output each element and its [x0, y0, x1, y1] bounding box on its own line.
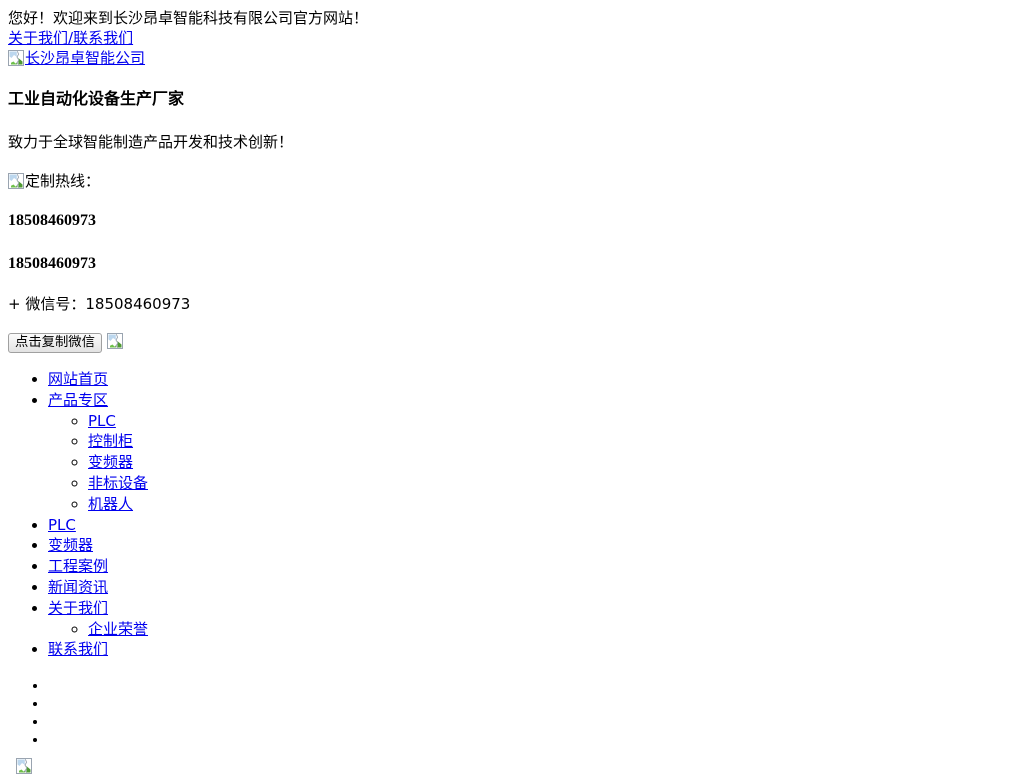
- nav-subitem-inverter[interactable]: 变频器: [88, 452, 1016, 473]
- nav-link-cases[interactable]: 工程案例: [48, 557, 108, 575]
- nav-item-cases[interactable]: 工程案例: [48, 556, 1016, 577]
- nav-link-plc[interactable]: PLC: [48, 516, 76, 534]
- welcome-message: 您好！欢迎来到长沙昂卓智能科技有限公司官方网站！: [8, 9, 369, 27]
- hotline-phone-primary: 18508460973: [8, 212, 96, 229]
- nav-item-news[interactable]: 新闻资讯: [48, 577, 1016, 598]
- nav-subitem-honors[interactable]: 企业荣誉: [88, 619, 1016, 640]
- hero-heading: 工业自动化设备生产厂家: [8, 89, 185, 108]
- list-item[interactable]: [48, 695, 1016, 713]
- bottom-image-row: [8, 758, 1016, 776]
- wechat-plus-sign: +: [8, 295, 21, 313]
- hotline-label: 定制热线：: [25, 172, 101, 190]
- site-logo-alt-text: 长沙昂卓智能公司: [25, 49, 146, 67]
- main-navigation: 网站首页 产品专区 PLC 控制柜 变频器 非标设备 机器人 PLC 变频器 工…: [8, 369, 1016, 660]
- hotline-row: 定制热线：: [8, 171, 1016, 191]
- link-contact-us[interactable]: 联系我们: [73, 29, 133, 47]
- topbar-links: 关于我们/联系我们: [8, 28, 1016, 48]
- nav-link-about[interactable]: 关于我们: [48, 599, 108, 617]
- wechat-qr-broken-image-icon: [106, 333, 123, 349]
- nav-item-home[interactable]: 网站首页: [48, 369, 1016, 390]
- nav-link-inverter[interactable]: 变频器: [48, 536, 93, 554]
- nav-link-contact[interactable]: 联系我们: [48, 640, 108, 658]
- wechat-id-label: 微信号：18508460973: [25, 295, 191, 313]
- nav-submenu-products: PLC 控制柜 变频器 非标设备 机器人: [48, 411, 1016, 515]
- nav-link-products[interactable]: 产品专区: [48, 391, 108, 409]
- nav-submenu-about: 企业荣誉: [48, 619, 1016, 640]
- nav-sublink-control-cabinet[interactable]: 控制柜: [88, 432, 133, 450]
- nav-item-plc[interactable]: PLC: [48, 515, 1016, 536]
- nav-sublink-honors[interactable]: 企业荣誉: [88, 620, 148, 638]
- list-item[interactable]: [48, 731, 1016, 749]
- nav-item-inverter[interactable]: 变频器: [48, 535, 1016, 556]
- nav-link-home[interactable]: 网站首页: [48, 370, 108, 388]
- nav-link-news[interactable]: 新闻资讯: [48, 578, 108, 596]
- list-item[interactable]: [48, 677, 1016, 695]
- nav-sublink-plc[interactable]: PLC: [88, 412, 116, 430]
- hotline-phone-secondary: 18508460973: [8, 255, 96, 272]
- slider-bullet-list: [8, 677, 1016, 749]
- nav-sublink-non-standard-equipment[interactable]: 非标设备: [88, 474, 148, 492]
- nav-sublink-robot[interactable]: 机器人: [88, 495, 133, 513]
- page-root: 您好！欢迎来到长沙昂卓智能科技有限公司官方网站！ 关于我们/联系我们 长沙昂卓智…: [8, 8, 1016, 776]
- nav-subitem-plc[interactable]: PLC: [88, 411, 1016, 432]
- list-item[interactable]: [48, 713, 1016, 731]
- broken-image-icon: [8, 50, 24, 66]
- copy-wechat-button[interactable]: 点击复制微信: [8, 333, 102, 353]
- wechat-id-row: + 微信号：18508460973: [8, 294, 1016, 314]
- nav-item-products[interactable]: 产品专区 PLC 控制柜 变频器 非标设备 机器人: [48, 390, 1016, 515]
- nav-subitem-non-standard-equipment[interactable]: 非标设备: [88, 473, 1016, 494]
- nav-item-about[interactable]: 关于我们 企业荣誉: [48, 598, 1016, 640]
- wechat-action-row: 点击复制微信: [8, 331, 1016, 353]
- nav-subitem-robot[interactable]: 机器人: [88, 494, 1016, 515]
- hotline-broken-image-icon: [8, 173, 24, 189]
- nav-sublink-inverter[interactable]: 变频器: [88, 453, 133, 471]
- site-logo-link-row: 长沙昂卓智能公司: [8, 48, 1016, 68]
- site-logo-link[interactable]: 长沙昂卓智能公司: [8, 49, 145, 67]
- nav-item-contact[interactable]: 联系我们: [48, 639, 1016, 660]
- hero-subheading: 致力于全球智能制造产品开发和技术创新！: [8, 133, 294, 151]
- nav-subitem-control-cabinet[interactable]: 控制柜: [88, 431, 1016, 452]
- link-about-us[interactable]: 关于我们: [8, 29, 68, 47]
- bottom-broken-image-icon: [16, 758, 32, 775]
